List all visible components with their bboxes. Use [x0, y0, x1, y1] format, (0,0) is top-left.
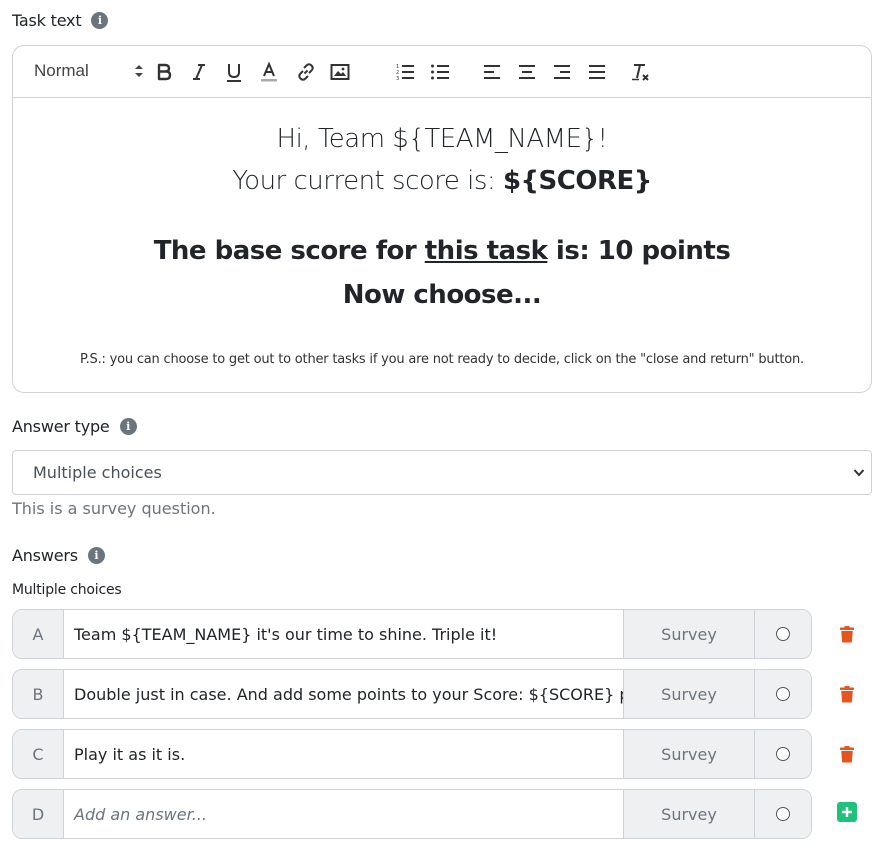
correct-radio-cell [755, 730, 811, 778]
italic-icon [193, 64, 205, 80]
link-button[interactable] [295, 61, 317, 83]
task-text-title: Task text [12, 11, 82, 30]
base-score-prefix: The base score for [153, 236, 425, 266]
answer-letter: A [13, 610, 64, 658]
link-icon [298, 63, 314, 81]
align-left-icon [484, 65, 500, 79]
correct-radio-cell [755, 670, 811, 718]
answer-letter: C [13, 730, 64, 778]
bold-button[interactable] [154, 61, 174, 83]
add-answer-button[interactable] [837, 802, 857, 822]
text-color-icon [261, 62, 277, 82]
trash-icon [840, 745, 854, 762]
bold-icon [157, 63, 172, 81]
answer-kind: Survey [623, 790, 755, 838]
heading-select[interactable]: Normal [34, 59, 144, 83]
trash-icon [840, 685, 854, 702]
base-score-suffix: is: 10 points [547, 236, 731, 266]
info-icon[interactable]: i [87, 547, 105, 564]
answer-row: D Add an answer... Survey [12, 789, 812, 839]
answer-type-select[interactable]: Multiple choices [12, 450, 872, 495]
correct-radio[interactable] [776, 747, 790, 761]
align-left-button[interactable] [482, 61, 502, 83]
clear-format-button[interactable] [630, 61, 652, 83]
ordered-list-button[interactable]: 1 2 3 [394, 61, 416, 83]
answers-title: Answers [12, 546, 78, 565]
bullet-list-button[interactable] [429, 61, 451, 83]
this-task-underlined: this task [424, 236, 548, 266]
correct-radio-cell [755, 610, 811, 658]
answers-label: Answers i [12, 546, 105, 565]
answer-type-label: Answer type i [12, 417, 137, 436]
bullet-list-icon [431, 64, 449, 80]
svg-text:3: 3 [396, 76, 399, 81]
answer-type-hint: This is a survey question. [12, 499, 216, 518]
correct-radio[interactable] [776, 687, 790, 701]
task-text-editor: Normal 1 2 3 Hi, Team ${TEAM_NAME}! Your… [12, 45, 872, 393]
text-color-button[interactable] [259, 61, 279, 83]
delete-answer-button[interactable] [837, 624, 857, 644]
image-icon [330, 64, 350, 80]
answer-kind: Survey [623, 610, 755, 658]
answer-letter: D [13, 790, 64, 838]
answer-row: C Play it as it is. Survey [12, 729, 812, 779]
select-arrows-icon [135, 65, 143, 77]
answer-row: A Team ${TEAM_NAME} it's our time to shi… [12, 609, 812, 659]
align-right-icon [554, 65, 570, 79]
answer-input[interactable]: Team ${TEAM_NAME} it's our time to shine… [64, 610, 623, 658]
answer-input[interactable]: Double just in case. And add some points… [64, 670, 623, 718]
answer-type-value: Multiple choices [33, 463, 162, 482]
underline-button[interactable] [224, 61, 244, 83]
clear-format-icon [632, 64, 649, 81]
score-line: Your current score is: ${SCORE} [13, 166, 871, 196]
new-answer-input[interactable]: Add an answer... [64, 790, 623, 838]
align-justify-icon [589, 65, 605, 79]
answer-type-title: Answer type [12, 417, 110, 436]
score-placeholder: ${SCORE} [502, 166, 652, 196]
align-justify-button[interactable] [587, 61, 607, 83]
score-prefix: Your current score is: [232, 166, 503, 196]
info-icon[interactable]: i [119, 418, 137, 435]
heading-select-value: Normal [34, 61, 89, 80]
image-button[interactable] [329, 61, 351, 83]
multiple-choices-label: Multiple choices [12, 582, 122, 598]
answer-letter: B [13, 670, 64, 718]
info-icon[interactable]: i [91, 12, 109, 29]
chevron-down-icon [853, 469, 865, 477]
ordered-list-icon: 1 2 3 [396, 64, 414, 81]
delete-answer-button[interactable] [837, 744, 857, 764]
answer-input[interactable]: Play it as it is. [64, 730, 623, 778]
task-text-label: Task text i [12, 11, 109, 30]
correct-radio-cell [755, 790, 811, 838]
italic-button[interactable] [189, 61, 209, 83]
answer-kind: Survey [623, 730, 755, 778]
correct-radio[interactable] [776, 807, 790, 821]
answer-row: B Double just in case. And add some poin… [12, 669, 812, 719]
underline-icon [227, 64, 241, 82]
editor-content[interactable]: Hi, Team ${TEAM_NAME}! Your current scor… [13, 98, 871, 392]
ps-note: P.S.: you can choose to get out to other… [79, 352, 804, 367]
base-score-line: The base score for this task is: 10 poin… [13, 236, 871, 266]
correct-radio[interactable] [776, 627, 790, 641]
editor-toolbar: Normal 1 2 3 [13, 46, 871, 98]
greeting-line: Hi, Team ${TEAM_NAME}! [276, 124, 608, 154]
align-center-button[interactable] [517, 61, 537, 83]
align-right-button[interactable] [552, 61, 572, 83]
delete-answer-button[interactable] [837, 684, 857, 704]
align-center-icon [519, 65, 535, 79]
now-choose-line: Now choose... [342, 280, 542, 310]
answer-kind: Survey [623, 670, 755, 718]
trash-icon [840, 625, 854, 642]
plus-icon [837, 802, 857, 822]
